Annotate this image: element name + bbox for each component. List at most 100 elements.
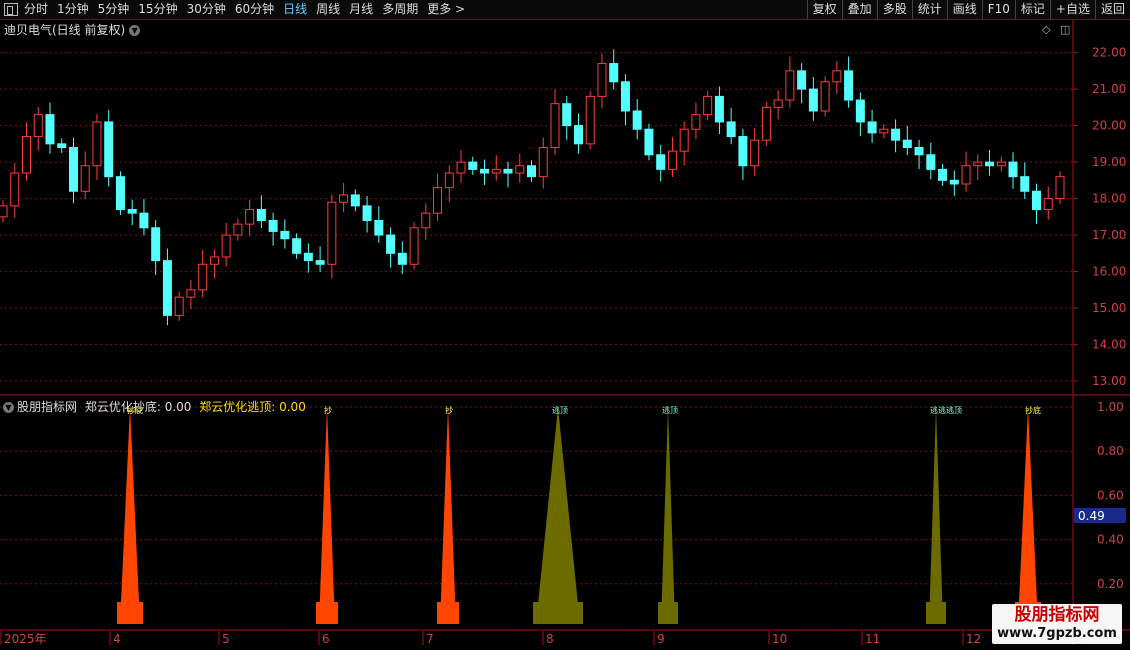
y-tick-label: 18.00 [1092,192,1126,206]
candle-body [844,70,854,101]
y-tick-label: 0.20 [1097,577,1124,591]
sell-signal-text: 逃顶 [662,405,678,415]
candle-body [503,168,513,174]
x-tick-label: 8 [546,632,554,646]
candle-body [726,121,736,138]
candle-body [315,260,325,265]
x-tick-label: 4 [113,632,121,646]
candle-body [808,88,818,112]
candle-body [468,161,478,170]
candle-body [1043,198,1053,211]
candle-body [562,103,572,127]
candle-body [527,165,536,178]
candle-body [550,103,560,148]
candle-body [397,252,407,265]
x-tick-label: 9 [657,632,665,646]
candle-body [1020,176,1030,192]
candle-body [221,234,231,258]
candle-body [973,161,983,167]
candle-body [902,139,912,148]
y-tick-label: 17.00 [1092,228,1126,242]
y-tick-label: 22.00 [1092,46,1126,60]
candle-body [421,212,431,229]
candle-body [350,194,360,207]
candle-body [914,146,924,156]
candle-body [761,106,771,141]
candle-body [738,136,748,167]
site-watermark: 股朋指标网 www.7gpzb.com [992,604,1122,644]
candle-body [68,146,78,192]
candle-body [609,63,619,83]
candle-body [644,128,654,156]
buy-spike-base [117,602,143,624]
candle-body [57,143,67,148]
y-tick-label: 16.00 [1092,265,1126,279]
indicator-title: ▼ 股朋指标网 郑云优化抄底: 0.00 郑云优化逃顶: 0.00 [3,398,306,415]
candle-body [703,95,713,116]
buy-signal-text: 抄底 [1025,405,1041,415]
candle-body [926,154,936,170]
buy-spike [1018,407,1038,624]
candle-body [268,219,278,232]
y-tick-label: 0.60 [1097,488,1124,502]
candle-body [667,150,677,170]
buy-spike-base [316,602,338,624]
buy-signal-text: 抄 [324,405,332,415]
candle-body [867,121,877,134]
sell-signal-label: 郑云优化逃顶: 0.00 [199,400,306,414]
y-tick-label: 1.00 [1097,400,1124,414]
candle-body [832,70,842,83]
candle-body [985,161,995,167]
indicator-bars: 抄底抄抄抄底逃顶 逃顶 逃逃逃顶 [117,405,1041,624]
watermark-url: www.7gpzb.com [997,626,1117,641]
x-tick-label: 11 [865,632,880,646]
candle-body [292,238,302,254]
candle-body [573,125,583,145]
candle-body [456,161,466,174]
candle-body [820,81,830,112]
y-tick-label: 14.00 [1092,338,1126,352]
candle-body [750,139,760,167]
candle-body [115,176,125,211]
candle-body [891,128,901,141]
candle-body [1008,161,1018,178]
candle-body [186,289,196,298]
candle-body [656,154,666,170]
indicator-name: 股朋指标网 [17,400,78,414]
chevron-down-icon[interactable]: ▼ [3,402,14,413]
candle-body [92,121,102,167]
candle-body [233,223,243,236]
buy-signal-text: 抄 [445,405,453,415]
candle-body [444,172,454,189]
candle-body [938,168,948,181]
candle-body [80,165,90,192]
candle-body [1032,190,1042,211]
candle-body [386,234,396,254]
y-tick-label: 0.40 [1097,533,1124,547]
candle-body [33,114,43,138]
sell-spike-base [533,602,583,624]
candle-body [21,136,31,174]
candle-body [127,209,137,214]
candle-body [162,260,172,316]
sell-spike-base [658,602,678,624]
candle-body [174,296,184,316]
candle-body [0,205,8,218]
candle-body [597,63,607,97]
sell-spike [536,407,580,624]
candle-body [620,81,630,112]
candle-body [280,230,290,240]
candle-body [538,146,548,178]
y-tick-label: 19.00 [1092,155,1126,169]
candle-body [491,168,501,174]
candle-body [996,161,1006,167]
candle-body [151,227,161,262]
candle-body [409,227,419,265]
buy-spike [440,407,456,624]
buy-spike-base [437,602,459,624]
candle-body [679,128,689,152]
sell-spike [661,407,675,624]
y-tick-label: 20.00 [1092,119,1126,133]
sell-spike [929,407,943,624]
candle-body [10,172,20,207]
